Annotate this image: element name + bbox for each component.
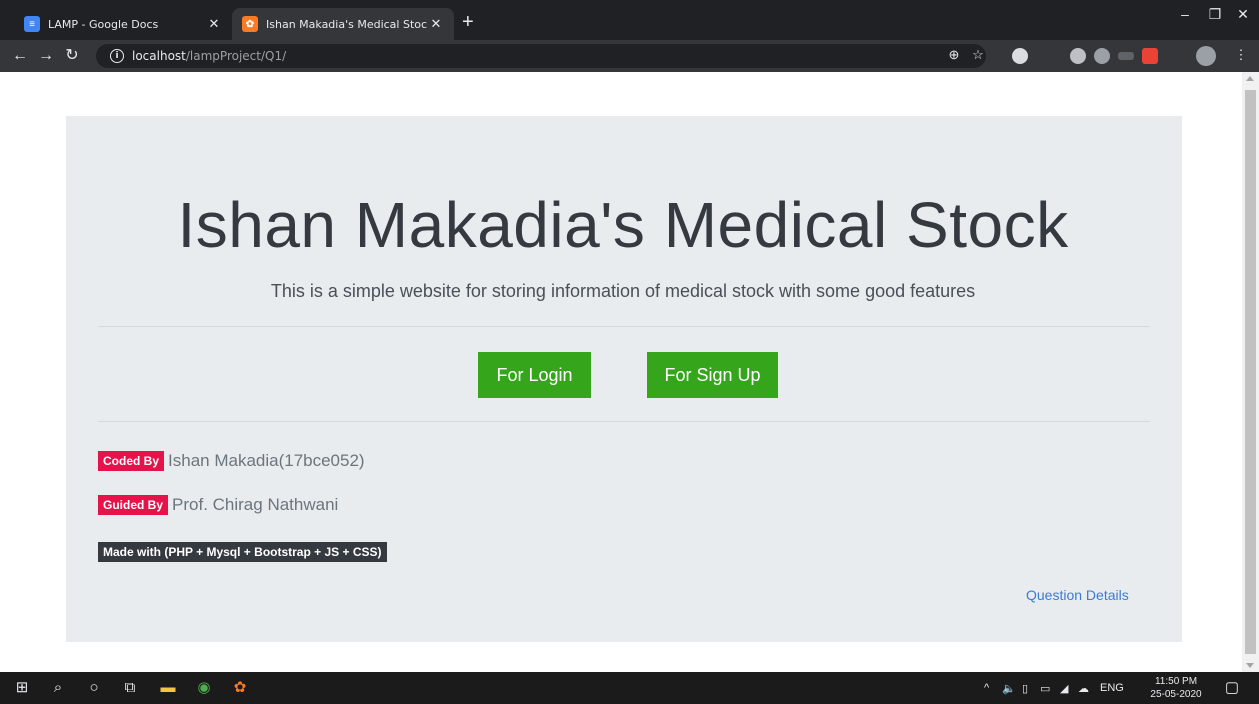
coded-by-value: Ishan Makadia(17bce052) (168, 451, 365, 470)
volume-icon[interactable]: 🔈 (1002, 682, 1016, 695)
close-icon[interactable]: ✕ (206, 16, 222, 32)
menu-dots-icon[interactable]: ⋮ (1232, 47, 1250, 63)
window-close-icon[interactable]: ✕ (1228, 6, 1258, 23)
made-with-badge: Made with (PHP + Mysql + Bootstrap + JS … (98, 542, 387, 562)
system-clock[interactable]: 11:50 PM 25-05-2020 (1146, 675, 1206, 701)
address-bar[interactable]: i localhost /lampProject/Q1/ (96, 44, 986, 68)
scroll-down-icon[interactable] (1246, 663, 1254, 668)
task-view-icon[interactable]: ⧉ (120, 678, 140, 698)
close-icon[interactable]: ✕ (428, 16, 444, 32)
tab-google-docs[interactable]: ≡ LAMP - Google Docs ✕ (14, 8, 232, 40)
minimize-icon[interactable]: – (1170, 6, 1200, 22)
chrome-icon[interactable]: ◉ (194, 678, 214, 698)
tab-title: Ishan Makadia's Medical Stock (266, 17, 428, 31)
extension-red-icon[interactable] (1142, 48, 1158, 64)
extension-w-icon[interactable] (1094, 48, 1110, 64)
browser-toolbar: ← → ↻ i localhost /lampProject/Q1/ ⊕ ☆ ⋮ (0, 40, 1259, 72)
signup-button[interactable]: For Sign Up (647, 352, 778, 398)
info-icon[interactable]: i (110, 49, 124, 63)
clock-date: 25-05-2020 (1150, 689, 1202, 700)
divider (98, 326, 1150, 327)
restore-icon[interactable]: ❐ (1200, 6, 1230, 23)
bookmark-star-icon[interactable]: ☆ (969, 47, 987, 63)
zoom-icon[interactable]: ⊕ (945, 47, 963, 63)
extension-glasses-icon[interactable] (1118, 52, 1134, 60)
browser-tab-bar: ≡ LAMP - Google Docs ✕ ✿ Ishan Makadia's… (0, 0, 1259, 40)
divider (98, 421, 1150, 422)
coded-by-badge: Coded By (98, 451, 165, 471)
windows-taskbar: ⊞ ⌕ ○ ⧉ ▬ ◉ ✿ ^ 🔈 ▯ ▭ ◢ ☁ ENG 11:50 PM 2… (0, 672, 1259, 704)
tab-title: LAMP - Google Docs (48, 17, 159, 31)
xampp-icon: ✿ (242, 16, 258, 32)
tab-medical-stock[interactable]: ✿ Ishan Makadia's Medical Stock ✕ (232, 8, 454, 40)
network-icon[interactable]: ▭ (1040, 682, 1050, 695)
search-icon[interactable]: ⌕ (48, 678, 68, 698)
scrollbar-thumb[interactable] (1245, 90, 1256, 654)
clock-time: 11:50 PM (1154, 676, 1198, 687)
scroll-up-icon[interactable] (1246, 76, 1254, 81)
xampp-taskbar-icon[interactable]: ✿ (230, 678, 250, 698)
reload-icon[interactable]: ↻ (62, 46, 82, 66)
language-indicator[interactable]: ENG (1100, 682, 1124, 694)
cortana-icon[interactable]: ○ (84, 678, 104, 698)
guided-by-badge: Guided By (98, 495, 169, 515)
url-path: /lampProject/Q1/ (185, 49, 287, 63)
windows-start-icon[interactable]: ⊞ (12, 678, 32, 698)
guided-by-row: Guided By Prof. Chirag Nathwani (98, 495, 338, 515)
extension-icon[interactable] (1012, 48, 1028, 64)
coded-by-row: Coded By Ishan Makadia(17bce052) (98, 451, 365, 471)
notification-icon[interactable]: ▢ (1222, 678, 1242, 698)
tray-chevron-icon[interactable]: ^ (984, 682, 989, 694)
question-details-link[interactable]: Question Details (1026, 587, 1129, 603)
profile-avatar[interactable] (1196, 46, 1216, 66)
guided-by-value: Prof. Chirag Nathwani (172, 495, 339, 514)
wifi-icon[interactable]: ◢ (1060, 682, 1068, 695)
onedrive-icon[interactable]: ☁ (1078, 682, 1089, 695)
made-with-row: Made with (PHP + Mysql + Bootstrap + JS … (98, 542, 387, 562)
forward-icon[interactable]: → (36, 46, 56, 66)
new-tab-button[interactable]: + (462, 12, 474, 32)
url-host: localhost (132, 49, 186, 63)
back-icon[interactable]: ← (10, 46, 30, 66)
extension-gear-icon[interactable] (1070, 48, 1086, 64)
file-explorer-icon[interactable]: ▬ (158, 678, 178, 698)
page-title: Ishan Makadia's Medical Stock (177, 189, 1069, 261)
page-subtitle: This is a simple website for storing inf… (270, 281, 976, 301)
usb-icon[interactable]: ▯ (1022, 682, 1028, 695)
docs-icon: ≡ (24, 16, 40, 32)
login-button[interactable]: For Login (478, 352, 591, 398)
page-scrollbar[interactable] (1242, 72, 1259, 672)
